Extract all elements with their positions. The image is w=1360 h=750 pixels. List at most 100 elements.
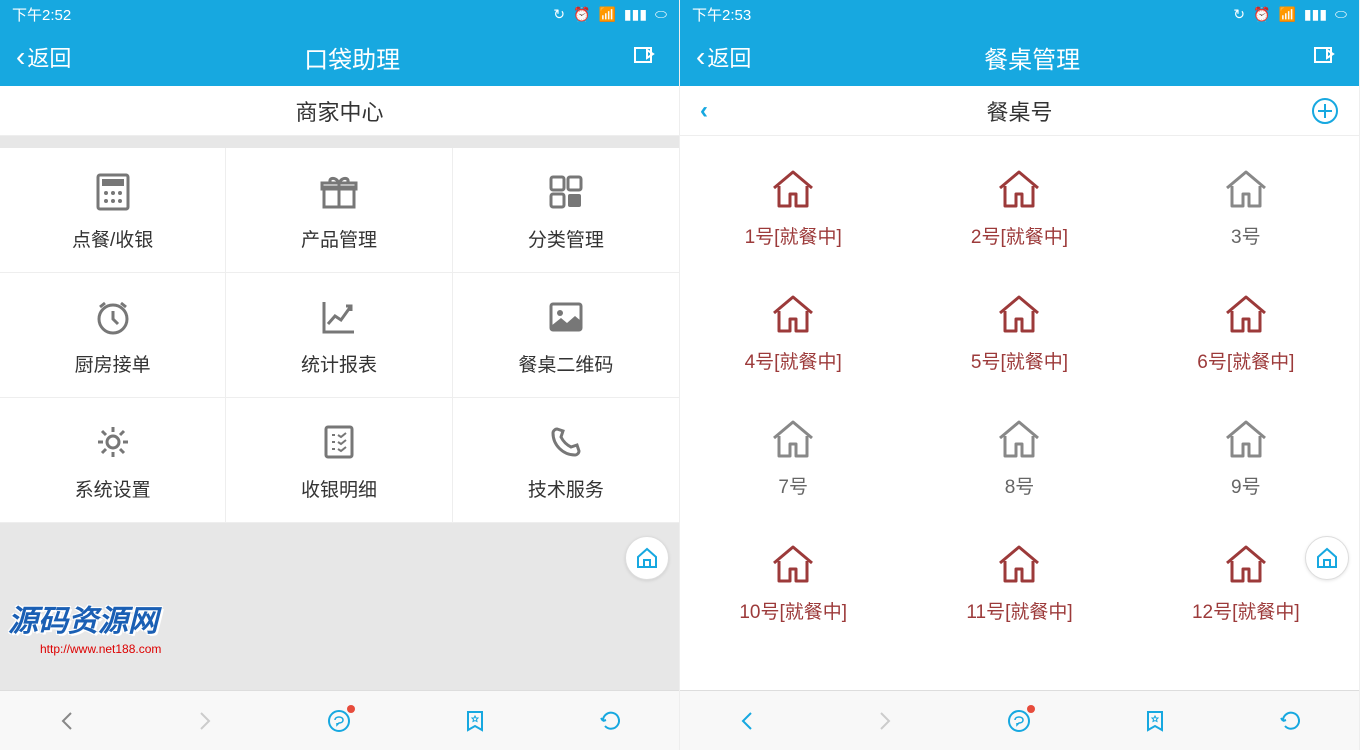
house-icon xyxy=(1223,418,1269,460)
chevron-right-icon xyxy=(873,710,895,732)
nav-chat-btn[interactable] xyxy=(319,701,359,741)
chevron-left-icon: ‹ xyxy=(16,43,25,71)
sync-icon: ↻ xyxy=(553,6,565,23)
menu-label: 系统设置 xyxy=(75,475,151,502)
sub-header: ‹ 餐桌号 xyxy=(680,86,1359,136)
phone-right: 下午2:53 ↻ ⏰ 📶 ▮▮▮ ⬭ ‹ 返回 餐桌管理 ‹ 餐桌号 1号[就餐… xyxy=(680,0,1360,750)
page-title: 餐桌管理 xyxy=(751,40,1313,75)
status-bar: 下午2:52 ↻ ⏰ 📶 ▮▮▮ ⬭ xyxy=(0,0,679,28)
receipt-icon xyxy=(316,419,362,465)
menu-item-clock[interactable]: 厨房接单 xyxy=(0,273,226,398)
nav-chat-btn[interactable] xyxy=(999,701,1039,741)
table-4[interactable]: 4号[就餐中] xyxy=(680,271,906,396)
share-button[interactable] xyxy=(633,46,663,68)
menu-item-chart[interactable]: 统计报表 xyxy=(226,273,452,398)
notification-dot xyxy=(347,705,355,713)
nav-forward-btn[interactable] xyxy=(864,701,904,741)
menu-label: 统计报表 xyxy=(301,350,377,377)
back-button[interactable]: ‹ 返回 xyxy=(696,41,751,73)
bottom-bar xyxy=(0,690,679,750)
tables-grid: 1号[就餐中] 2号[就餐中] 3号 4号[就餐中] 5号[就餐中] 6号[就餐中] 7号 8… xyxy=(680,136,1359,646)
house-icon xyxy=(996,293,1042,335)
clock-icon xyxy=(90,294,136,340)
menu-label: 分类管理 xyxy=(528,225,604,252)
gear-icon xyxy=(90,419,136,465)
menu-item-gear[interactable]: 系统设置 xyxy=(0,398,226,523)
chevron-right-icon xyxy=(193,710,215,732)
table-label: 5号[就餐中] xyxy=(971,347,1068,374)
home-icon xyxy=(1315,546,1339,570)
content-area: 1号[就餐中] 2号[就餐中] 3号 4号[就餐中] 5号[就餐中] 6号[就餐中] 7号 8… xyxy=(680,136,1359,690)
home-fab[interactable] xyxy=(1305,536,1349,580)
nav-forward-btn[interactable] xyxy=(184,701,224,741)
status-time: 下午2:52 xyxy=(12,4,553,25)
chevron-left-icon xyxy=(57,710,79,732)
house-icon xyxy=(996,168,1042,210)
table-9[interactable]: 9号 xyxy=(1133,396,1359,521)
nav-back-btn[interactable] xyxy=(48,701,88,741)
table-6[interactable]: 6号[就餐中] xyxy=(1133,271,1359,396)
menu-label: 点餐/收银 xyxy=(72,225,153,252)
chevron-left-icon: ‹ xyxy=(696,43,705,71)
alarm-icon: ⏰ xyxy=(1253,6,1270,23)
chevron-left-icon xyxy=(737,710,759,732)
nav-back-btn[interactable] xyxy=(728,701,768,741)
gift-icon xyxy=(316,169,362,215)
home-icon xyxy=(635,546,659,570)
menu-item-gift[interactable]: 产品管理 xyxy=(226,148,452,273)
nav-refresh-btn[interactable] xyxy=(591,701,631,741)
table-3[interactable]: 3号 xyxy=(1133,146,1359,271)
signal-icon: ▮▮▮ xyxy=(624,6,647,23)
home-fab[interactable] xyxy=(625,536,669,580)
table-label: 1号[就餐中] xyxy=(745,222,842,249)
table-label: 11号[就餐中] xyxy=(966,597,1072,624)
table-2[interactable]: 2号[就餐中] xyxy=(906,146,1132,271)
status-icons: ↻ ⏰ 📶 ▮▮▮ ⬭ xyxy=(553,6,667,23)
status-time: 下午2:53 xyxy=(692,4,1233,25)
add-button[interactable] xyxy=(1311,97,1339,125)
share-icon xyxy=(1313,46,1339,68)
back-button[interactable]: ‹ 返回 xyxy=(16,41,71,73)
house-icon xyxy=(770,418,816,460)
menu-label: 餐桌二维码 xyxy=(518,350,613,377)
menu-item-calculator[interactable]: 点餐/收银 xyxy=(0,148,226,273)
chart-icon xyxy=(316,294,362,340)
menu-label: 厨房接单 xyxy=(75,350,151,377)
house-icon xyxy=(1223,293,1269,335)
bottom-bar xyxy=(680,690,1359,750)
nav-bar: ‹ 返回 口袋助理 xyxy=(0,28,679,86)
status-bar: 下午2:53 ↻ ⏰ 📶 ▮▮▮ ⬭ xyxy=(680,0,1359,28)
table-label: 9号 xyxy=(1231,472,1261,499)
house-icon xyxy=(770,543,816,585)
nav-star-btn[interactable] xyxy=(1135,701,1175,741)
watermark: 源码资源网 xyxy=(8,596,158,640)
menu-label: 技术服务 xyxy=(528,475,604,502)
menu-item-receipt[interactable]: 收银明细 xyxy=(226,398,452,523)
table-7[interactable]: 7号 xyxy=(680,396,906,521)
sub-title: 餐桌号 xyxy=(986,95,1052,127)
nav-star-btn[interactable] xyxy=(455,701,495,741)
sub-title: 商家中心 xyxy=(295,95,383,127)
nav-refresh-btn[interactable] xyxy=(1271,701,1311,741)
table-8[interactable]: 8号 xyxy=(906,396,1132,521)
table-5[interactable]: 5号[就餐中] xyxy=(906,271,1132,396)
table-label: 2号[就餐中] xyxy=(971,222,1068,249)
sync-icon: ↻ xyxy=(1233,6,1245,23)
table-11[interactable]: 11号[就餐中] xyxy=(906,521,1132,646)
house-icon xyxy=(770,168,816,210)
content-area: 点餐/收银 产品管理分类管理厨房接单 统计报表 餐桌二维码系统设置 收银明细技术服务 源… xyxy=(0,136,679,690)
menu-item-phone[interactable]: 技术服务 xyxy=(453,398,679,523)
share-button[interactable] xyxy=(1313,46,1343,68)
grid-icon xyxy=(543,169,589,215)
watermark-url: http://www.net188.com xyxy=(40,642,161,656)
star-bookmark-icon xyxy=(1143,709,1167,733)
menu-item-image[interactable]: 餐桌二维码 xyxy=(453,273,679,398)
table-10[interactable]: 10号[就餐中] xyxy=(680,521,906,646)
menu-item-grid[interactable]: 分类管理 xyxy=(453,148,679,273)
sub-header: 商家中心 xyxy=(0,86,679,136)
sub-back-button[interactable]: ‹ xyxy=(700,97,708,125)
table-label: 8号 xyxy=(1005,472,1035,499)
phone-icon xyxy=(543,419,589,465)
calculator-icon xyxy=(90,169,136,215)
table-1[interactable]: 1号[就餐中] xyxy=(680,146,906,271)
